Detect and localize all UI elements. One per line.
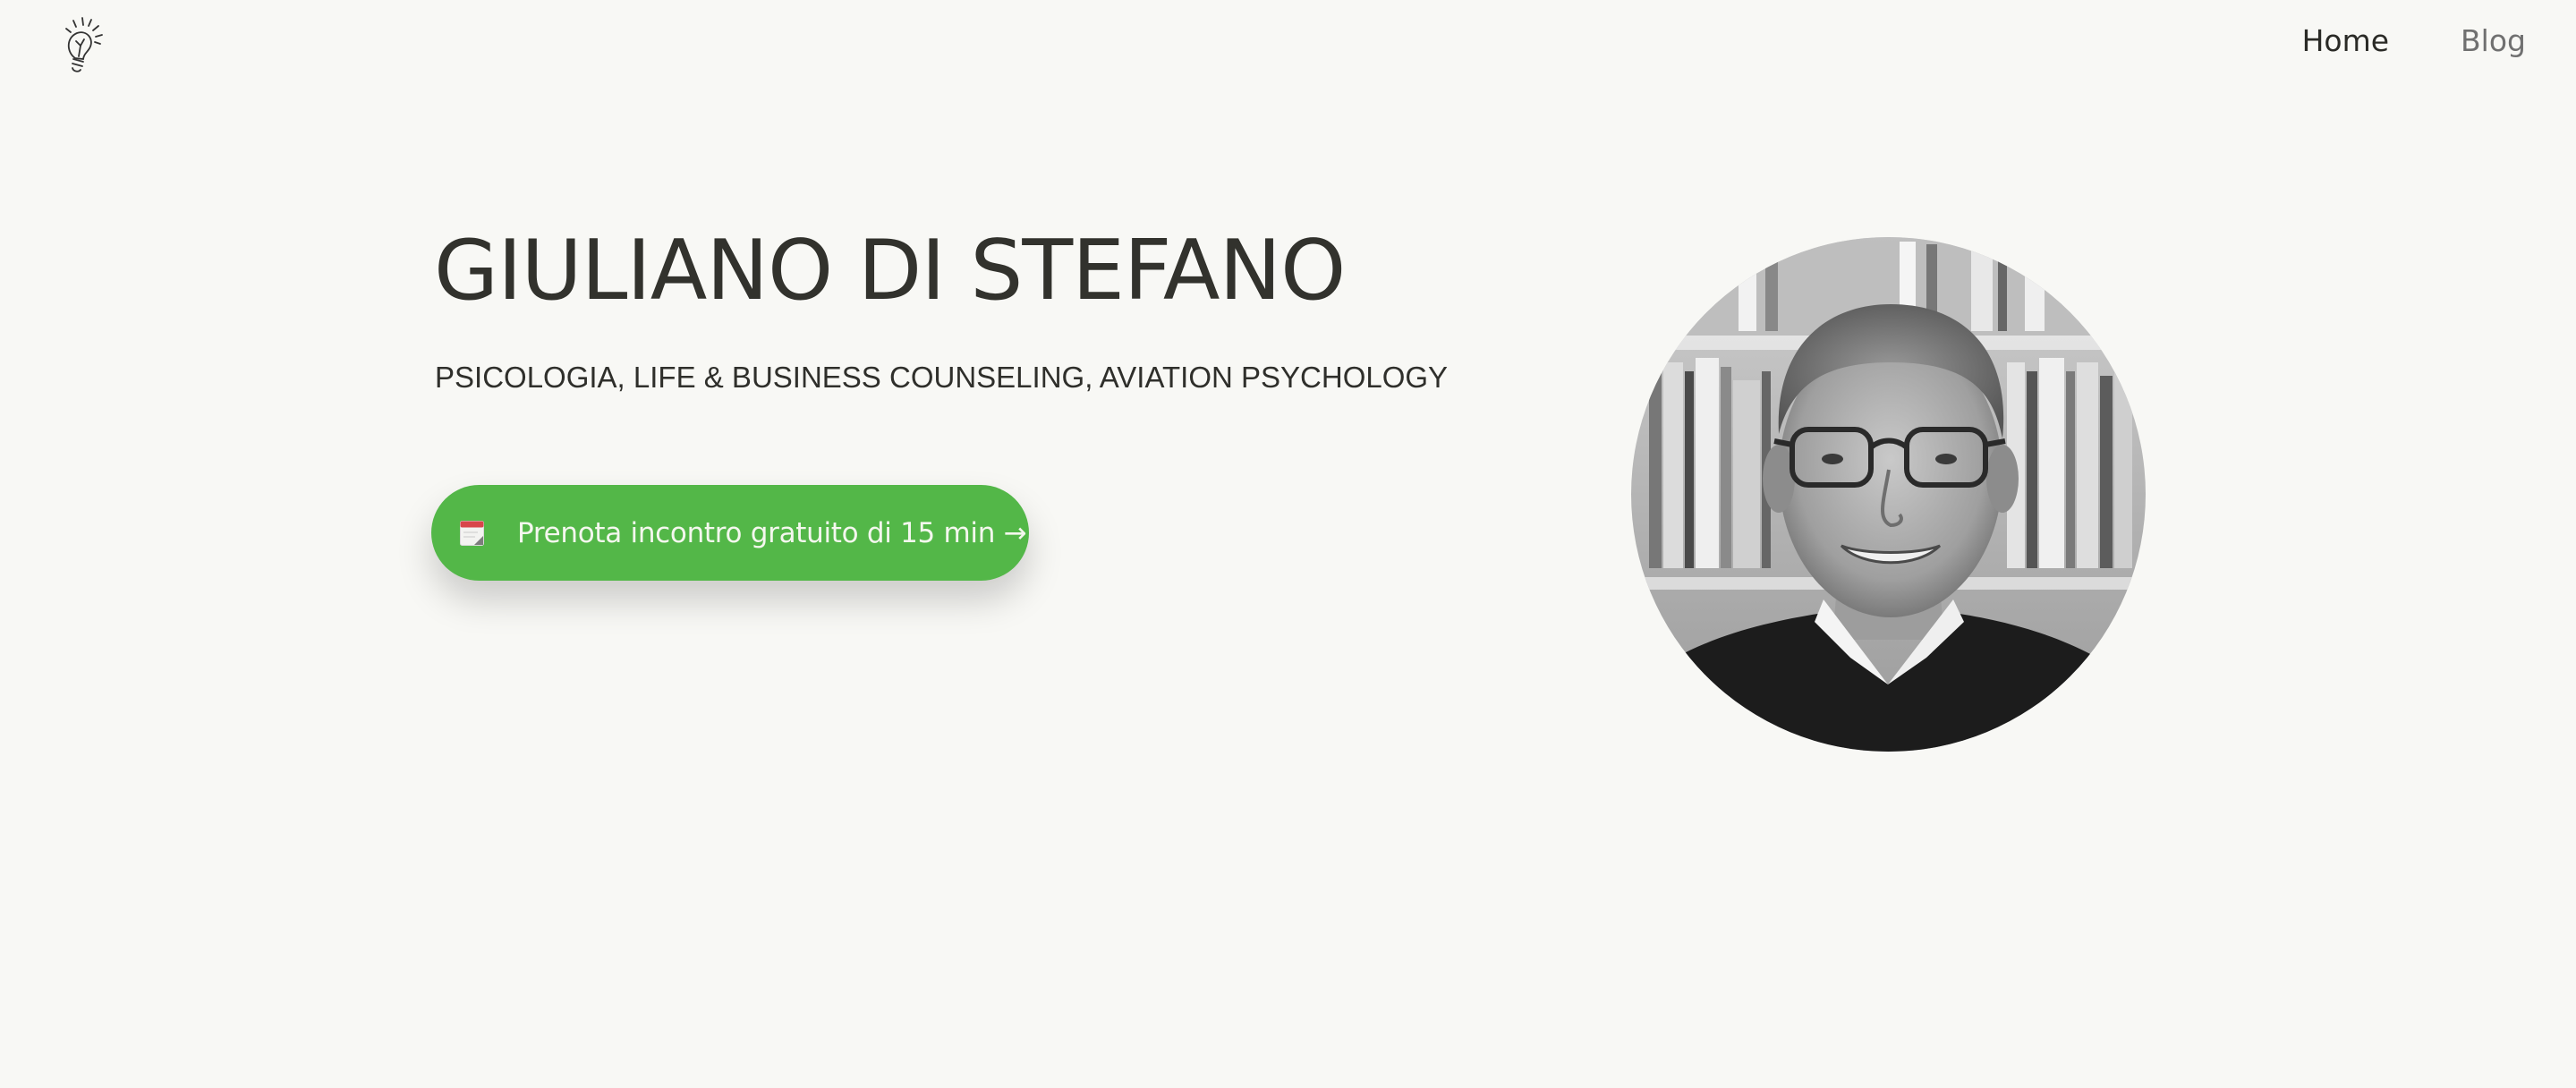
nav-home[interactable]: Home [2302,23,2389,58]
calendar-icon [460,520,484,546]
portrait-photo [1631,237,2146,752]
lightbulb-icon [65,17,103,72]
main-nav: Home Blog [2302,23,2526,58]
hero-subtitle: PSICOLOGIA, LIFE & BUSINESS COUNSELING, … [435,361,1449,394]
book-meeting-button[interactable]: Prenota incontro gratuito di 15 min → [431,485,1029,581]
site-logo[interactable] [55,14,109,75]
hero-title: GIULIANO DI STEFANO [434,222,1346,319]
book-meeting-label: Prenota incontro gratuito di 15 min → [517,516,1027,549]
nav-blog[interactable]: Blog [2461,23,2526,58]
